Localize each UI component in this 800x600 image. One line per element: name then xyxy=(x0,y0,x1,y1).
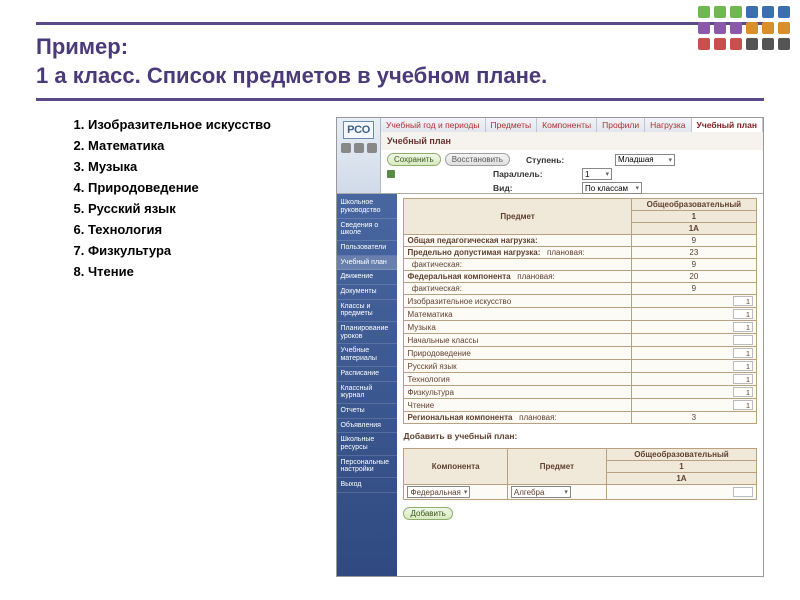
save-button[interactable]: Сохранить xyxy=(387,153,441,166)
breadcrumb: Учебный план xyxy=(381,132,763,150)
tab[interactable]: Нагрузка xyxy=(645,118,691,132)
subject-list: Изобразительное искусство Математика Музык… xyxy=(36,117,324,577)
hours-input[interactable] xyxy=(733,335,753,345)
tab[interactable]: Компоненты xyxy=(537,118,597,132)
hours-input[interactable]: 1 xyxy=(733,309,753,319)
list-item: Природоведение xyxy=(88,180,324,195)
toolbar-icons xyxy=(341,143,377,153)
col-subject: Предмет xyxy=(404,199,631,235)
title-line1: Пример: xyxy=(36,34,128,59)
view-select[interactable]: По классам xyxy=(582,182,642,194)
sidebar-item[interactable]: Выход xyxy=(337,478,397,493)
sidebar-item[interactable]: Учебный план xyxy=(337,256,397,271)
app-screenshot: РСО Учебный год и периодыПредметыКомпоне… xyxy=(336,117,764,577)
hours-input[interactable]: 1 xyxy=(733,322,753,332)
sidebar-item[interactable]: Движение xyxy=(337,270,397,285)
hours-input[interactable]: 1 xyxy=(733,374,753,384)
curriculum-table: Предмет Общеобразовательный 1 1А Общая п… xyxy=(403,198,757,424)
list-item: Изобразительное искусство xyxy=(88,117,324,132)
decorative-dots xyxy=(698,6,790,50)
hours-input[interactable]: 1 xyxy=(733,387,753,397)
home-icon[interactable] xyxy=(341,143,351,153)
sidebar: Школьное руководствоСведения о школеПоль… xyxy=(337,194,397,576)
mail-icon[interactable] xyxy=(354,143,364,153)
list-item: Математика xyxy=(88,138,324,153)
slide-title: Пример: 1 а класс. Список предметов в уч… xyxy=(36,22,764,101)
tab[interactable]: Профили xyxy=(597,118,645,132)
sidebar-item[interactable]: Сведения о школе xyxy=(337,219,397,241)
col-class: 1А xyxy=(631,223,756,235)
sidebar-item[interactable]: Классы и предметы xyxy=(337,300,397,322)
sidebar-item[interactable]: Планирование уроков xyxy=(337,322,397,344)
hours-input[interactable]: 1 xyxy=(733,348,753,358)
sidebar-item[interactable]: Отчеты xyxy=(337,404,397,419)
title-line2: 1 а класс. Список предметов в учебном пл… xyxy=(36,63,547,88)
add-section-label: Добавить в учебный план: xyxy=(397,428,763,444)
sidebar-item[interactable]: Пользователи xyxy=(337,241,397,256)
subject-select[interactable]: Алгебра xyxy=(511,486,571,498)
sidebar-item[interactable]: Учебные материалы xyxy=(337,344,397,366)
main-panel: Предмет Общеобразовательный 1 1А Общая п… xyxy=(397,194,763,576)
sidebar-item[interactable]: Персональные настройки xyxy=(337,456,397,478)
component-select[interactable]: Федеральная xyxy=(407,486,470,498)
col-level: 1 xyxy=(631,211,756,223)
add-button[interactable]: Добавить xyxy=(403,507,452,520)
list-item: Физкультура xyxy=(88,243,324,258)
stage-label: Ступень: xyxy=(526,155,611,165)
sidebar-item[interactable]: Расписание xyxy=(337,367,397,382)
tab[interactable]: Предметы xyxy=(486,118,538,132)
list-item: Чтение xyxy=(88,264,324,279)
list-item: Музыка xyxy=(88,159,324,174)
stage-select[interactable]: Младшая xyxy=(615,154,675,166)
hours-input[interactable]: 1 xyxy=(733,296,753,306)
sidebar-item[interactable]: Объявления xyxy=(337,419,397,434)
forum-icon[interactable] xyxy=(367,143,377,153)
parallel-label: Параллель: xyxy=(493,169,578,179)
view-label: Вид: xyxy=(493,183,578,193)
list-item: Технология xyxy=(88,222,324,237)
sidebar-item[interactable]: Классный журнал xyxy=(337,382,397,404)
parallel-select[interactable]: 1 xyxy=(582,168,612,180)
tab[interactable]: Учебный план xyxy=(692,118,763,132)
list-item: Русский язык xyxy=(88,201,324,216)
col-group: Общеобразовательный xyxy=(631,199,756,211)
hours-input[interactable]: 1 xyxy=(733,361,753,371)
hours-input[interactable]: 1 xyxy=(733,400,753,410)
excel-icon[interactable] xyxy=(387,170,395,178)
sidebar-item[interactable]: Школьное руководство xyxy=(337,196,397,218)
sidebar-item[interactable]: Документы xyxy=(337,285,397,300)
sidebar-item[interactable]: Школьные ресурсы xyxy=(337,433,397,455)
restore-button[interactable]: Восстановить xyxy=(445,153,510,166)
app-logo: РСО xyxy=(337,118,380,193)
add-table: Компонента Предмет Общеобразовательный 1… xyxy=(403,448,757,500)
top-tabs: Учебный год и периодыПредметыКомпонентыП… xyxy=(381,118,763,132)
hours-input[interactable] xyxy=(733,487,753,497)
tab[interactable]: Учебный год и периоды xyxy=(381,118,486,132)
